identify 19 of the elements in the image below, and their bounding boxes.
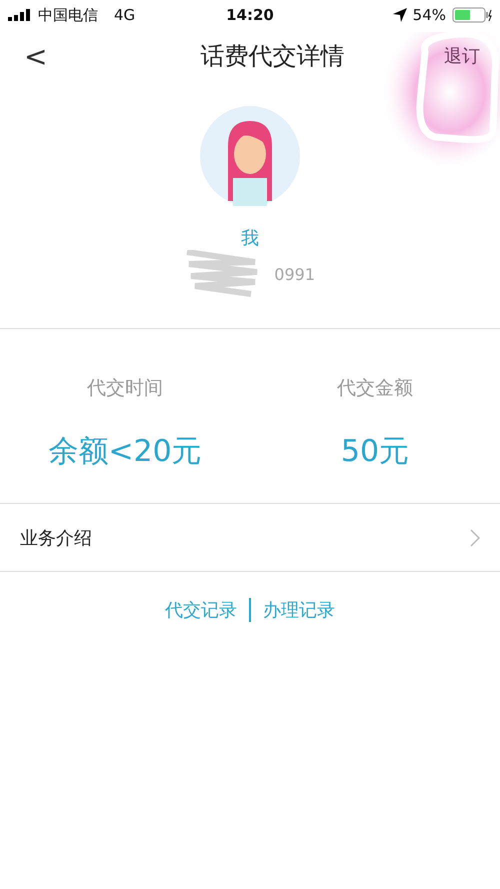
unsubscribe-button[interactable]: 退订: [444, 44, 480, 68]
summary-value: 50元: [340, 433, 410, 471]
phone-number: 0991: [274, 264, 315, 284]
carrier-name: 中国电信: [38, 6, 98, 24]
location-icon: [392, 8, 407, 22]
battery-percent: 54%: [412, 6, 446, 24]
back-button[interactable]: <: [20, 40, 52, 72]
user-name: 我: [241, 227, 259, 250]
menu-label: 业务介绍: [20, 526, 92, 550]
status-time: 14:20: [226, 6, 274, 24]
summary-label: 代交时间: [87, 376, 163, 401]
battery-icon: [452, 7, 492, 23]
signal-icon: [8, 9, 32, 21]
chevron-right-icon: [470, 528, 480, 546]
network-type: 4G: [114, 6, 136, 24]
menu-row[interactable]: 业务介绍: [0, 504, 500, 571]
summary-value: 余额<20元: [48, 433, 202, 471]
page-title: 话费代交详情: [200, 41, 345, 72]
summary-label: 代交金额: [337, 376, 413, 401]
